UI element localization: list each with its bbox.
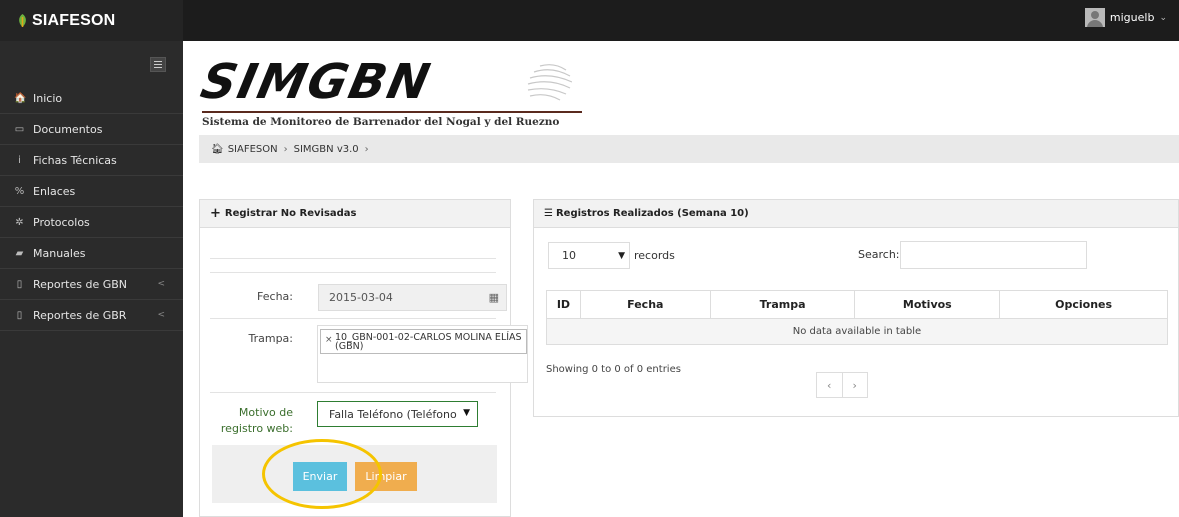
sidebar-item-label: Inicio [33, 91, 63, 105]
column-header-trampa[interactable]: Trampa [709, 290, 856, 319]
sidebar-item-label: Manuales [33, 246, 86, 260]
table-header-row: ID Fecha Trampa Motivos Opciones [546, 290, 1168, 319]
motivo-label: Motivo de registro web: [220, 406, 293, 435]
sidebar-item-inicio[interactable]: 🏠 Inicio [0, 83, 183, 114]
panel-header: + Registrar No Revisadas [200, 200, 510, 228]
trampa-label: Trampa: [248, 332, 293, 345]
avatar [1084, 8, 1105, 27]
column-header-motivos[interactable]: Motivos [854, 290, 1001, 319]
gear-icon: ✲ [15, 216, 24, 228]
breadcrumb: 🏠︎ SIAFESON › SIMGBN v3.0 › [199, 135, 1179, 163]
sidebar-item-protocolos[interactable]: ✲ Protocolos [0, 207, 183, 238]
divider [210, 318, 496, 319]
breadcrumb-item-simgbn[interactable]: SIMGBN v3.0 [294, 144, 359, 155]
calendar-icon[interactable]: ▦ [489, 291, 499, 304]
panel-title: Registrar No Revisadas [224, 208, 357, 219]
info-icon: i [18, 154, 21, 166]
table-row: No data available in table [546, 318, 1168, 345]
motivo-select[interactable]: Falla Teléfono (Teléfono ▼ [317, 401, 478, 427]
sidebar-item-enlaces[interactable]: % Enlaces [0, 176, 183, 207]
home-icon: 🏠︎ [211, 143, 224, 155]
system-subtitle: Sistema de Monitoreo de Barrenador del N… [202, 111, 582, 128]
records-panel: ☰ Registros Realizados (Semana 10) 10 ▼ … [533, 199, 1179, 417]
simgbn-logo-text: SIMGBN [196, 54, 437, 110]
sidebar-item-manuales[interactable]: ▰ Manuales [0, 238, 183, 269]
search-input[interactable] [900, 241, 1087, 269]
prev-page-button[interactable]: ‹ [817, 373, 843, 397]
book-icon: ▰ [15, 247, 24, 259]
divider [210, 258, 496, 259]
divider [210, 392, 496, 393]
file-icon: ▯ [16, 278, 23, 290]
top-navbar: SIAFESON miguelb ⌄ [0, 0, 1179, 41]
sidebar-item-label: Protocolos [33, 215, 90, 229]
records-label: records [634, 249, 675, 262]
sidebar-item-fichas-t-cnicas[interactable]: i Fichas Técnicas [0, 145, 183, 176]
panel-header: ☰ Registros Realizados (Semana 10) [534, 200, 1178, 228]
list-icon: ☰ [544, 208, 553, 219]
sidebar: 🏠 Inicio ▭ Documentos i Fichas Técnicas% Enlac… [0, 41, 183, 517]
chevron-down-icon: ⌄ [1159, 12, 1167, 23]
table-info: Showing 0 to 0 of 0 entries [546, 364, 681, 375]
fecha-label: Fecha: [257, 290, 293, 303]
records-table: ID Fecha Trampa Motivos Opciones No data ava… [546, 290, 1168, 345]
plus-icon: + [210, 206, 221, 221]
fecha-value: 2015-03-04 [329, 291, 393, 304]
column-header-id[interactable]: ID [546, 290, 581, 319]
leaf-logo-icon [19, 14, 26, 27]
user-name: miguelb [1109, 11, 1155, 24]
next-page-button[interactable]: › [843, 373, 868, 397]
sidebar-nav: 🏠 Inicio ▭ Documentos i Fichas Técnicas% Enlac… [0, 83, 183, 331]
divider [210, 272, 496, 273]
page-size-select[interactable]: 10 ▼ [548, 242, 630, 269]
brand-logo[interactable]: SIAFESON [0, 0, 183, 41]
brand-title: SIAFESON [32, 11, 116, 29]
sidebar-item-label: Enlaces [33, 184, 76, 198]
page-size-value: 10 [562, 249, 576, 262]
search-label: Search: [858, 248, 900, 261]
panel-title: Registros Realizados (Semana 10) [555, 208, 749, 219]
breadcrumb-item-siafeson[interactable]: SIAFESON [228, 144, 278, 155]
motivo-selected-value: Falla Teléfono (Teléfono [329, 407, 457, 421]
sidebar-item-documentos[interactable]: ▭ Documentos [0, 114, 183, 145]
column-header-fecha[interactable]: Fecha [579, 290, 711, 319]
pagination: ‹ › [816, 372, 868, 398]
trampa-tag-label: 10_GBN-001-02-CARLOS MOLINA ELÍAS (GBN) [335, 332, 522, 352]
breadcrumb-separator: › [364, 143, 369, 155]
chevron-left-icon: < [157, 279, 165, 289]
trampa-tag: × 10_GBN-001-02-CARLOS MOLINA ELÍAS (GBN… [320, 329, 527, 354]
sidebar-toggle-button[interactable] [150, 57, 166, 72]
close-icon[interactable]: × [325, 336, 333, 345]
chevron-left-icon: < [157, 310, 165, 320]
simgbn-logo: SIMGBN [196, 54, 572, 110]
register-form-panel: + Registrar No Revisadas Fecha: 2015-03-… [199, 199, 528, 517]
caret-down-icon: ▼ [618, 251, 625, 261]
sidebar-item-label: Documentos [33, 122, 103, 136]
breadcrumb-separator: › [283, 143, 288, 155]
user-menu[interactable]: miguelb ⌄ [1084, 8, 1167, 27]
sidebar-item-label: Fichas Técnicas [33, 153, 117, 167]
fecha-field[interactable]: 2015-03-04 ▦ [318, 284, 507, 311]
trampa-multiselect[interactable]: × 10_GBN-001-02-CARLOS MOLINA ELÍAS (GBN… [317, 325, 528, 383]
highlight-circle [262, 439, 382, 509]
sidebar-item-reportes-de-gbr[interactable]: ▯ Reportes de GBR < [0, 300, 183, 331]
folder-icon: ▭ [14, 123, 25, 135]
sidebar-item-label: Reportes de GBR [33, 308, 127, 322]
caret-down-icon: ▼ [463, 408, 470, 418]
link-icon: % [14, 185, 25, 197]
column-header-opciones[interactable]: Opciones [999, 290, 1168, 319]
home-icon: 🏠 [14, 92, 27, 104]
file-icon: ▯ [16, 309, 23, 321]
sidebar-item-reportes-de-gbn[interactable]: ▯ Reportes de GBN < [0, 269, 183, 300]
empty-table-message: No data available in table [546, 318, 1168, 345]
logo-swirl-icon [527, 64, 572, 101]
sidebar-item-label: Reportes de GBN [33, 277, 128, 291]
